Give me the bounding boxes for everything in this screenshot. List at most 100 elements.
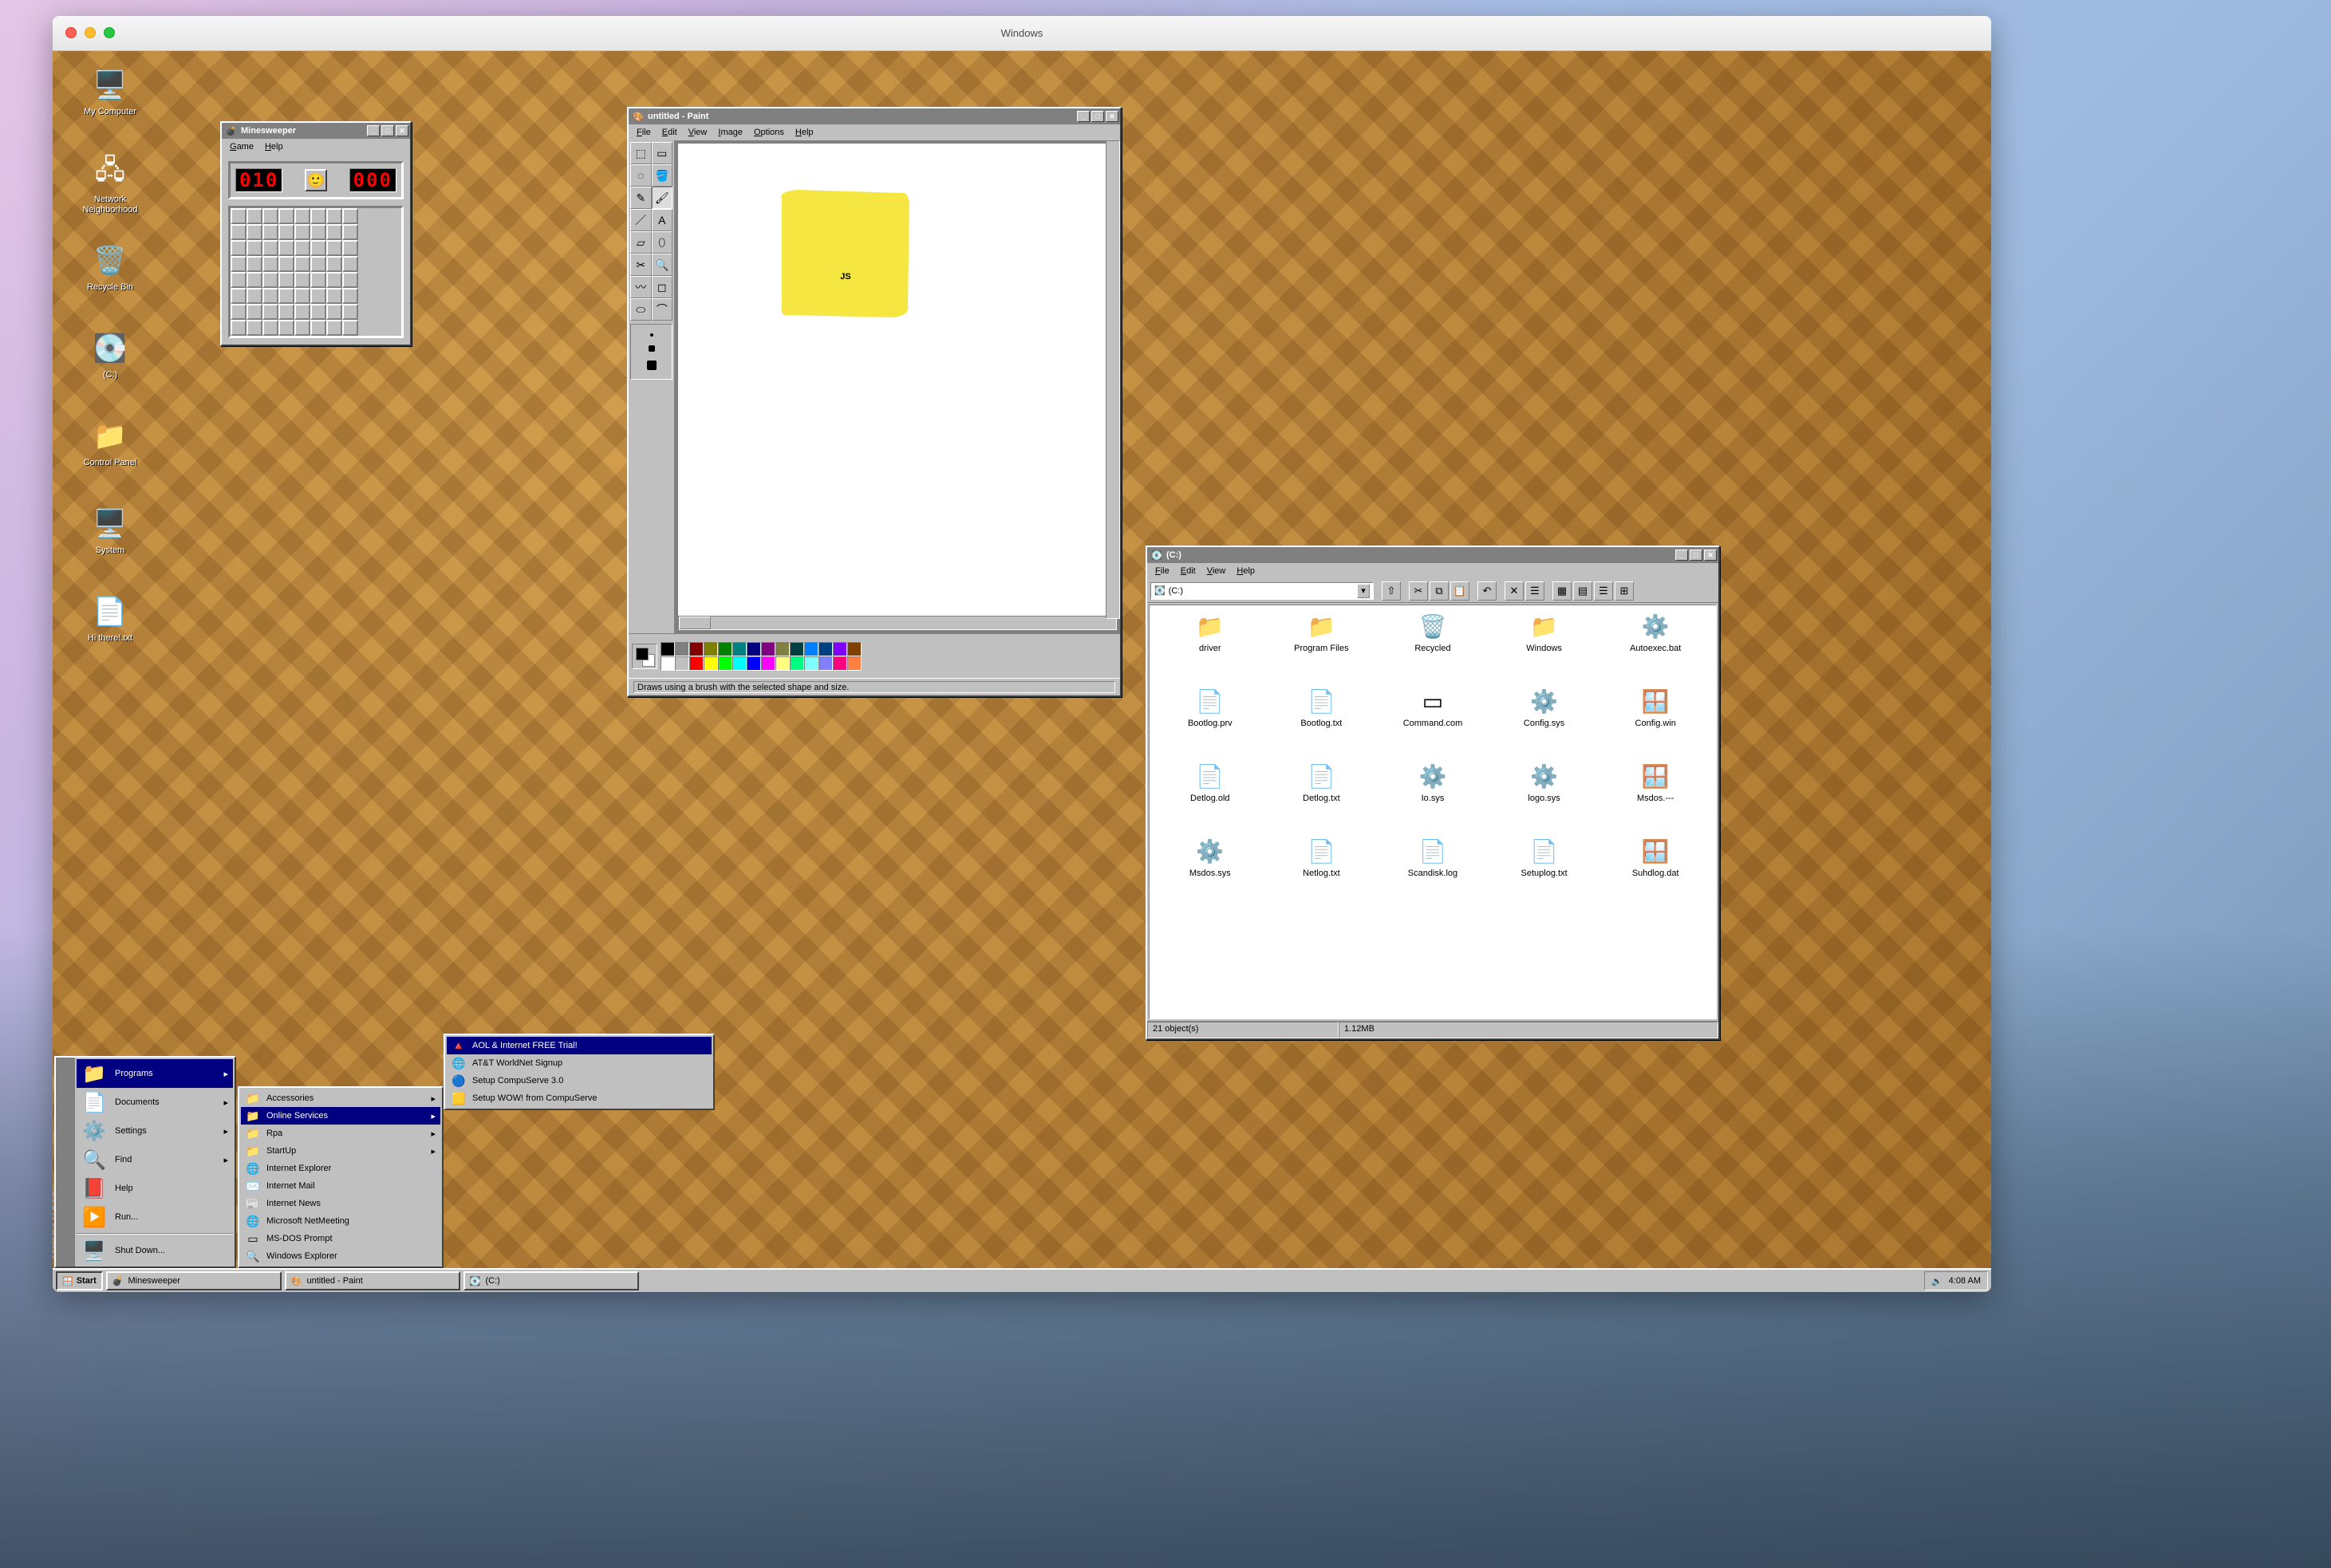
mine-cell[interactable] bbox=[310, 224, 326, 240]
explorer-titlebar[interactable]: 💽 (C:) _ □ ✕ bbox=[1147, 547, 1718, 563]
start-button[interactable]: 🪟 Start bbox=[56, 1271, 103, 1290]
file-item[interactable]: 📄Bootlog.prv bbox=[1156, 687, 1264, 758]
start-menu-item[interactable]: 📄Documents▸ bbox=[77, 1088, 233, 1117]
submenu-item[interactable]: 📁Accessories▸ bbox=[241, 1089, 440, 1107]
paint-tool[interactable]: ◌ bbox=[630, 164, 652, 187]
menu-file[interactable]: File bbox=[632, 126, 656, 139]
close-button[interactable]: ✕ bbox=[1106, 111, 1118, 122]
close-button[interactable]: ✕ bbox=[1704, 550, 1717, 561]
palette-color[interactable] bbox=[718, 642, 732, 656]
minimize-button[interactable]: _ bbox=[367, 125, 380, 136]
file-item[interactable]: 📁driver bbox=[1156, 612, 1264, 684]
desktop-icon-c-drive[interactable]: 💽(C:) bbox=[69, 330, 152, 380]
desktop-icon-recycle[interactable]: 🗑️Recycle Bin bbox=[69, 242, 152, 293]
file-item[interactable]: 🪟Msdos.--- bbox=[1601, 762, 1710, 833]
desktop-icon-control-panel[interactable]: 📁Control Panel bbox=[69, 418, 152, 468]
dropdown-button[interactable]: ▾ bbox=[1357, 584, 1370, 598]
paint-tool[interactable]: ⬯ bbox=[652, 231, 673, 254]
file-item[interactable]: ▭Command.com bbox=[1378, 687, 1487, 758]
submenu-item[interactable]: 🟨Setup WOW! from CompuServe bbox=[447, 1089, 712, 1107]
file-item[interactable]: 📁Program Files bbox=[1268, 612, 1376, 684]
paint-window[interactable]: 🎨 untitled - Paint _ □ ✕ File Edit View … bbox=[627, 107, 1122, 697]
start-menu-item[interactable]: 📕Help bbox=[77, 1174, 233, 1203]
mine-cell[interactable] bbox=[310, 272, 326, 288]
mine-cell[interactable] bbox=[231, 272, 247, 288]
mine-cell[interactable] bbox=[247, 256, 262, 272]
mine-cell[interactable] bbox=[342, 304, 358, 320]
submenu-item[interactable]: 🔺AOL & Internet FREE Trial! bbox=[447, 1037, 712, 1054]
win95-desktop[interactable]: 🖥️My Computer🖧Network Neighborhood🗑️Recy… bbox=[53, 51, 1991, 1292]
mine-cell[interactable] bbox=[342, 240, 358, 256]
mine-cell[interactable] bbox=[294, 304, 310, 320]
mine-cell[interactable] bbox=[310, 320, 326, 336]
palette-color[interactable] bbox=[790, 642, 804, 656]
mine-cell[interactable] bbox=[262, 272, 278, 288]
taskbar-task[interactable]: 🎨untitled - Paint bbox=[285, 1271, 460, 1290]
minimize-button[interactable]: _ bbox=[1077, 111, 1090, 122]
menu-help[interactable]: Help bbox=[1232, 565, 1260, 577]
mine-cell[interactable] bbox=[262, 288, 278, 304]
menu-help[interactable]: Help bbox=[260, 140, 288, 153]
submenu-item[interactable]: 🌐AT&T WorldNet Signup bbox=[447, 1054, 712, 1072]
list-button[interactable]: ☰ bbox=[1594, 581, 1613, 601]
palette-color[interactable] bbox=[847, 656, 862, 671]
mine-cell[interactable] bbox=[342, 272, 358, 288]
mine-cell[interactable] bbox=[278, 304, 294, 320]
minesweeper-titlebar[interactable]: 💣 Minesweeper _ □ ✕ bbox=[222, 123, 410, 139]
mine-cell[interactable] bbox=[231, 320, 247, 336]
menu-view[interactable]: View bbox=[684, 126, 712, 139]
file-item[interactable]: 📄Netlog.txt bbox=[1268, 837, 1376, 908]
palette-color[interactable] bbox=[718, 656, 732, 671]
paste-button[interactable]: 📋 bbox=[1450, 581, 1469, 601]
mine-cell[interactable] bbox=[262, 224, 278, 240]
palette-color[interactable] bbox=[818, 642, 833, 656]
paint-tool[interactable]: ✂ bbox=[630, 254, 652, 276]
paint-tool[interactable]: 🖌 bbox=[652, 187, 673, 209]
submenu-item[interactable]: 🌐Microsoft NetMeeting bbox=[241, 1212, 440, 1230]
mine-cell[interactable] bbox=[278, 224, 294, 240]
details-button[interactable]: ⊞ bbox=[1615, 581, 1634, 601]
mine-cell[interactable] bbox=[326, 240, 342, 256]
mac-titlebar[interactable]: Windows bbox=[53, 16, 1991, 51]
mine-cell[interactable] bbox=[231, 208, 247, 224]
palette-color[interactable] bbox=[661, 642, 675, 656]
desktop-icon-hi-there[interactable]: 📄Hi there!.txt bbox=[69, 593, 152, 644]
mine-cell[interactable] bbox=[310, 304, 326, 320]
mine-cell[interactable] bbox=[262, 256, 278, 272]
palette-color[interactable] bbox=[704, 656, 718, 671]
mine-cell[interactable] bbox=[326, 272, 342, 288]
undo-button[interactable]: ↶ bbox=[1477, 581, 1497, 601]
start-menu-item[interactable]: 📁Programs▸ bbox=[77, 1059, 233, 1088]
mine-cell[interactable] bbox=[231, 288, 247, 304]
paint-canvas[interactable]: JS bbox=[678, 144, 1117, 616]
mine-cell[interactable] bbox=[294, 288, 310, 304]
paint-tool[interactable]: ▱ bbox=[630, 231, 652, 254]
submenu-item[interactable]: 📁Online Services▸ bbox=[241, 1107, 440, 1125]
mine-cell[interactable] bbox=[342, 256, 358, 272]
explorer-window[interactable]: 💽 (C:) _ □ ✕ File Edit View Help 💽 (C: bbox=[1146, 546, 1720, 1040]
palette-color[interactable] bbox=[732, 656, 747, 671]
mine-cell[interactable] bbox=[342, 320, 358, 336]
desktop-icon-system[interactable]: 🖥️System bbox=[69, 506, 152, 556]
file-item[interactable]: 📄Detlog.old bbox=[1156, 762, 1264, 833]
paint-tool[interactable]: ◻ bbox=[652, 276, 673, 298]
palette-color[interactable] bbox=[790, 656, 804, 671]
mine-cell[interactable] bbox=[342, 208, 358, 224]
mine-cell[interactable] bbox=[247, 224, 262, 240]
desktop-icon-network[interactable]: 🖧Network Neighborhood bbox=[69, 155, 152, 215]
palette-color[interactable] bbox=[704, 642, 718, 656]
mine-cell[interactable] bbox=[294, 272, 310, 288]
mine-cell[interactable] bbox=[310, 208, 326, 224]
close-button[interactable]: ✕ bbox=[396, 125, 408, 136]
palette-color[interactable] bbox=[747, 642, 761, 656]
mine-cell[interactable] bbox=[231, 304, 247, 320]
mine-cell[interactable] bbox=[310, 240, 326, 256]
mine-cell[interactable] bbox=[278, 240, 294, 256]
mine-cell[interactable] bbox=[262, 304, 278, 320]
mine-cell[interactable] bbox=[294, 256, 310, 272]
taskbar-task[interactable]: 💣Minesweeper bbox=[106, 1271, 282, 1290]
file-item[interactable]: ⚙️Autoexec.bat bbox=[1601, 612, 1710, 684]
file-item[interactable]: 🪟Config.win bbox=[1601, 687, 1710, 758]
mine-cell[interactable] bbox=[247, 288, 262, 304]
palette-color[interactable] bbox=[804, 656, 818, 671]
